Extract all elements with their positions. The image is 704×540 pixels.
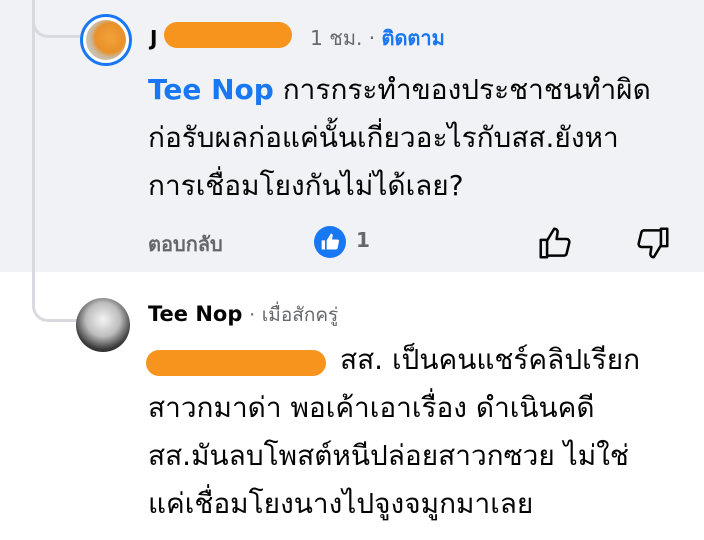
comment-2-body: สส. เป็นคนแชร์คลิปเรียก สาวกมาด่า พอเค้า… — [148, 336, 640, 528]
thumbs-down-icon[interactable] — [634, 224, 672, 262]
comment-text-line: สาวกมาด่า พอเค้าเอาเรื่อง ดำเนินคดี — [148, 391, 595, 424]
thread-connector — [32, 0, 84, 322]
comment-1-actions: ตอบกลับ 1 — [148, 226, 678, 260]
avatar-image — [86, 20, 126, 60]
comment-author-name[interactable]: J — [150, 26, 157, 50]
comment-text-line: แค่เชื่อมโยงนางไปจูงจมูกมาเลย — [148, 487, 534, 520]
comment-text-line: สส. เป็นคนแชร์คลิปเรียก — [340, 343, 641, 376]
like-count[interactable]: 1 — [356, 228, 370, 252]
mention-link[interactable]: Tee Nop — [148, 73, 274, 106]
comment-2-header: Tee Nop · เมื่อสักครู่ — [148, 300, 338, 330]
comment-text-line: การกระทำของประชาชนทำผิด — [273, 73, 651, 106]
separator-dot: · — [249, 304, 256, 326]
avatar[interactable] — [76, 298, 130, 352]
comment-text-line: สส.มันลบโพสต์หนีปล่อยสาวกซวย ไม่ใช่ — [148, 439, 629, 472]
thumbs-up-icon[interactable] — [314, 226, 346, 258]
comment-text-line: การเชื่อมโยงกันไม่ได้เลย? — [148, 169, 464, 202]
thumbs-up-icon[interactable] — [536, 224, 574, 262]
reply-button[interactable]: ตอบกลับ — [148, 228, 223, 260]
follow-button[interactable]: ติดตาม — [381, 26, 444, 50]
avatar[interactable] — [80, 14, 132, 66]
redaction-mark — [164, 22, 292, 48]
separator-dot: · — [368, 26, 376, 50]
comment-author-name[interactable]: Tee Nop — [148, 302, 242, 326]
comment-1-body: Tee Nop การกระทำของประชาชนทำผิด ก่อรับผล… — [148, 66, 651, 210]
comment-time[interactable]: 1 ชม. — [310, 26, 362, 50]
comment-text-line: ก่อรับผลก่อแค่นั้นเกี่ยวอะไรกับสส.ยังหา — [148, 121, 619, 154]
comment-time[interactable]: เมื่อสักครู่ — [262, 304, 338, 326]
